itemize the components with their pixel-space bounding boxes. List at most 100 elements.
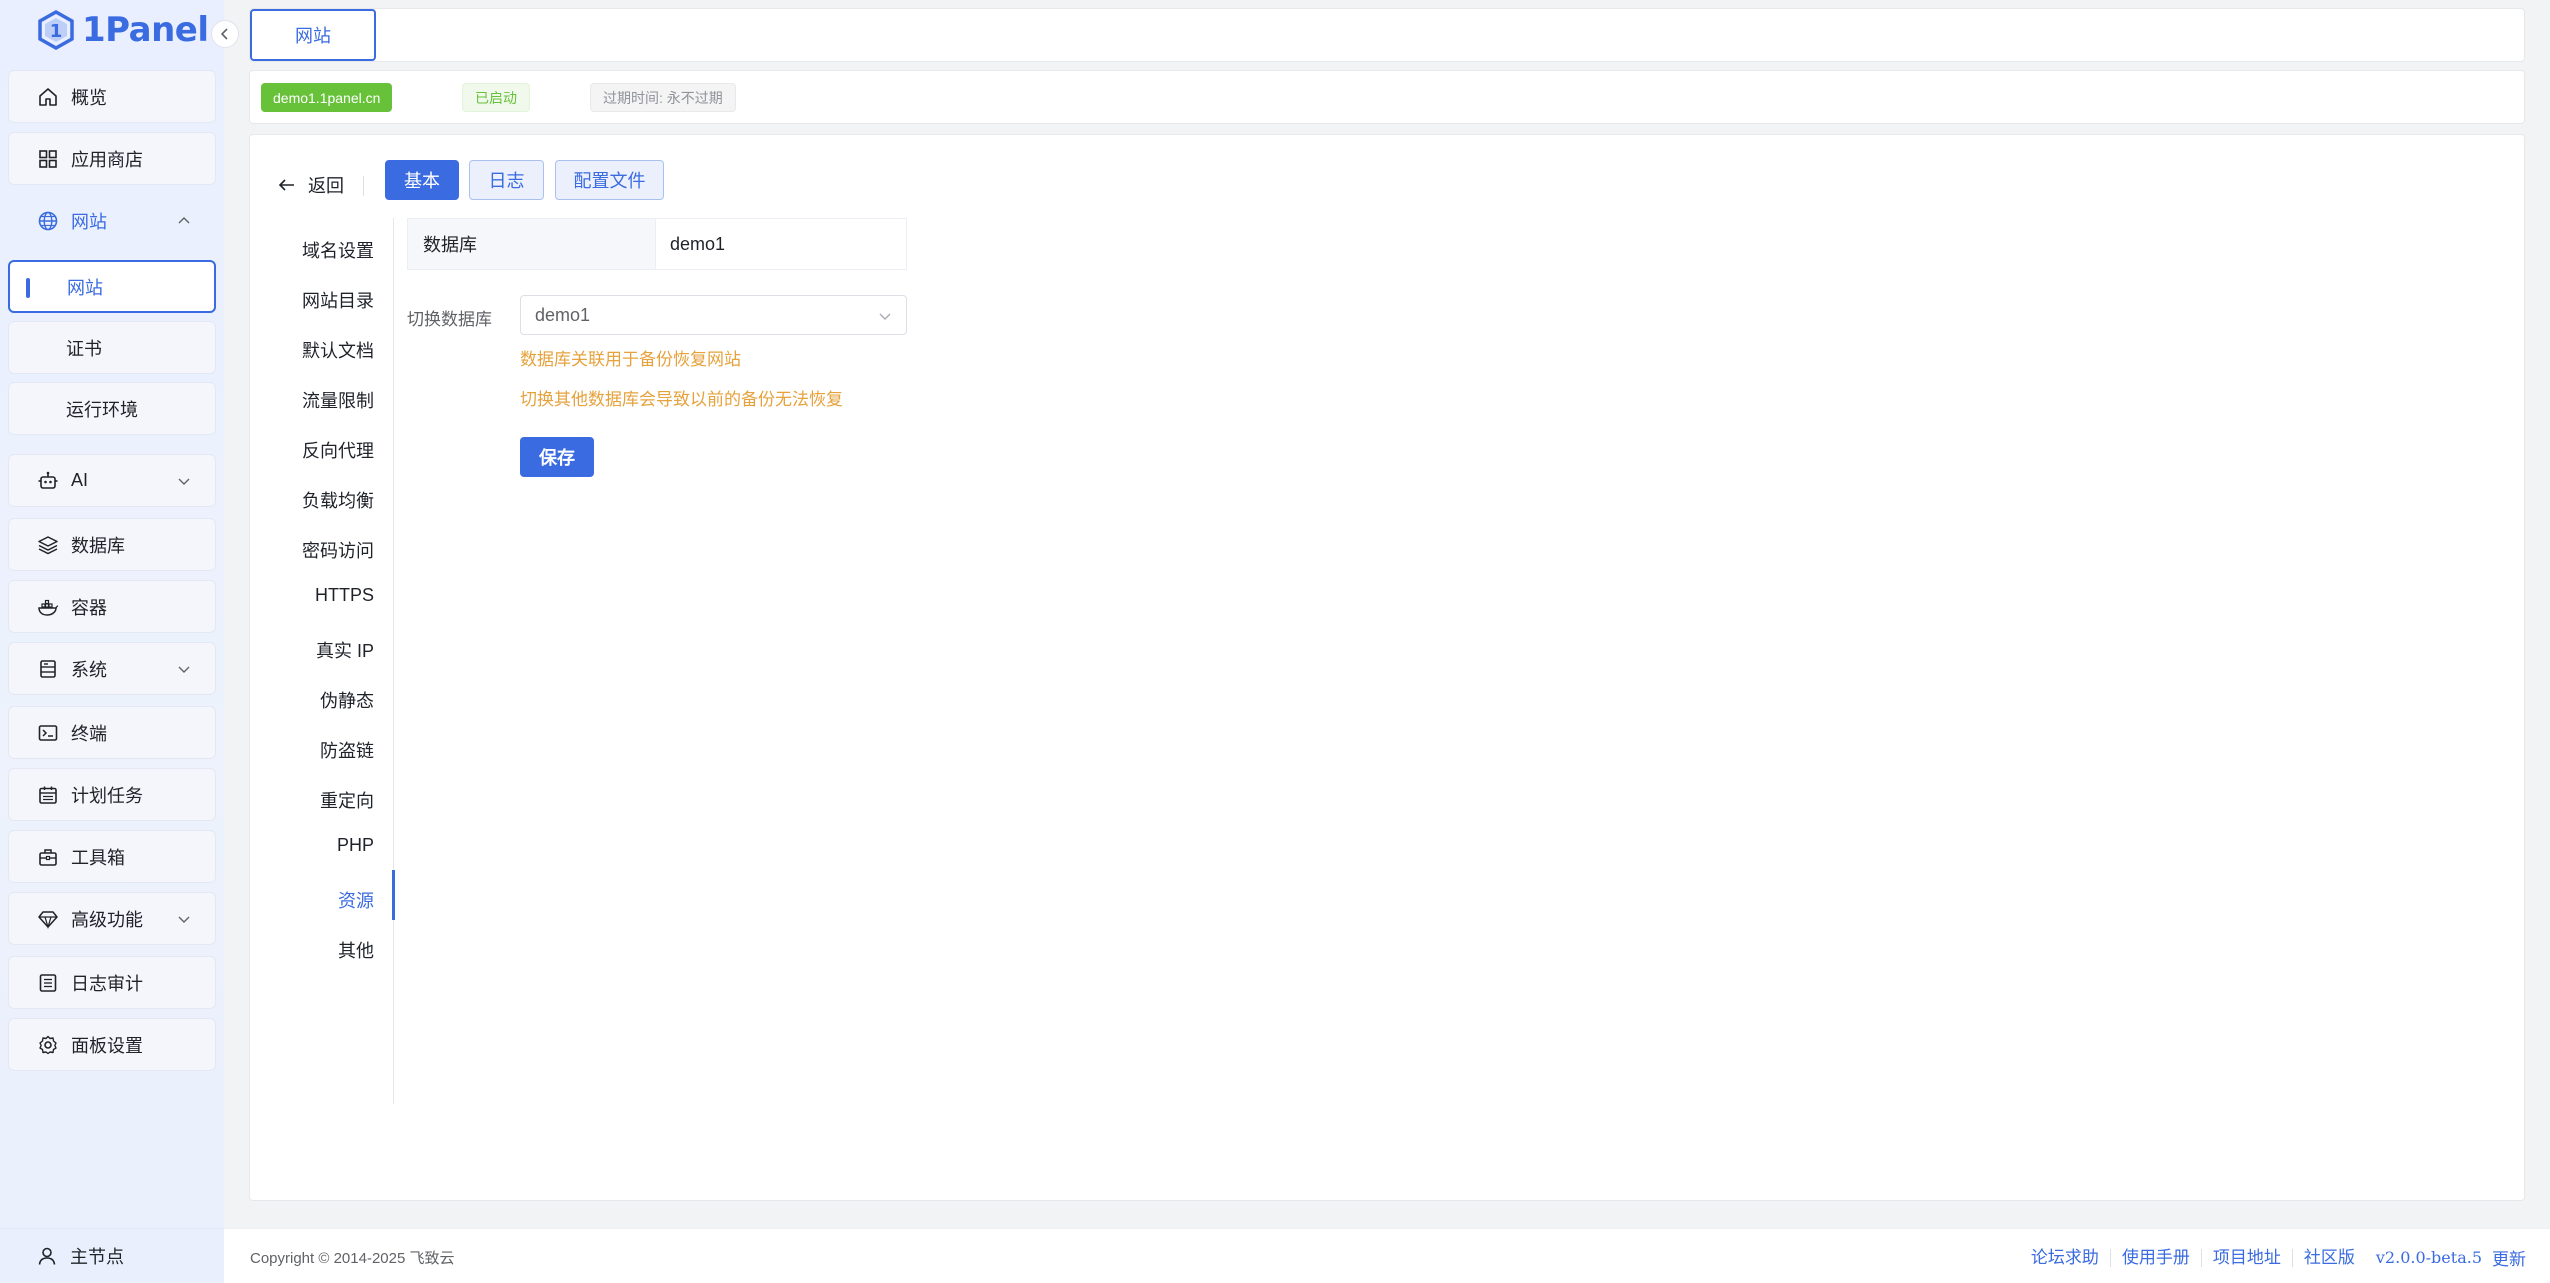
log-icon: [37, 972, 59, 994]
status-badge: 已启动: [462, 83, 530, 112]
switch-database-label: 切换数据库: [407, 310, 492, 329]
toolbox-icon: [37, 846, 59, 868]
sidebar: 1 1Panel 概览 应用商店 网站 网站 证书 运行环境 AI 数据库 容器: [0, 0, 239, 1283]
sidebar-item-toolbox[interactable]: 工具箱: [8, 830, 216, 883]
sidebar-item-label: 网站: [67, 277, 103, 298]
back-button[interactable]: 返回: [278, 169, 344, 201]
menu-item-load-balance[interactable]: 负载均衡: [302, 487, 374, 513]
gear-icon: [37, 1034, 59, 1056]
expire-badge: 过期时间: 永不过期: [590, 83, 736, 112]
robot-icon: [37, 470, 59, 492]
sidebar-item-label: 数据库: [71, 535, 125, 556]
sidebar-subitem-runtime[interactable]: 运行环境: [8, 382, 216, 435]
docker-icon: [37, 596, 59, 618]
config-file-button[interactable]: 配置文件: [555, 160, 664, 200]
divider: [363, 176, 364, 196]
tab-website[interactable]: 网站: [250, 9, 376, 61]
warning-text: 数据库关联用于备份恢复网站: [520, 350, 741, 369]
menu-item-site-dir[interactable]: 网站目录: [302, 287, 374, 313]
server-icon: [37, 658, 59, 680]
sidebar-item-app-store[interactable]: 应用商店: [8, 132, 216, 185]
sidebar-item-database[interactable]: 数据库: [8, 518, 216, 571]
sidebar-item-label: 日志审计: [71, 973, 143, 994]
save-button[interactable]: 保存: [520, 437, 594, 477]
menu-divider: [393, 218, 394, 1104]
menu-item-password-access[interactable]: 密码访问: [302, 537, 374, 563]
menu-item-https[interactable]: HTTPS: [315, 585, 374, 606]
chevron-down-icon: [879, 313, 891, 320]
sidebar-item-log-audit[interactable]: 日志审计: [8, 956, 216, 1009]
collapse-sidebar-button[interactable]: [211, 20, 239, 48]
sidebar-item-label: 计划任务: [71, 785, 143, 806]
website-info-bar: demo1.1panel.cn 已启动 过期时间: 永不过期: [249, 70, 2525, 124]
sidebar-item-label: AI: [71, 470, 89, 490]
sidebar-item-advanced[interactable]: 高级功能: [8, 892, 216, 945]
basic-button[interactable]: 基本: [385, 160, 459, 200]
grid-icon: [37, 148, 59, 170]
sidebar-item-website[interactable]: 网站: [8, 194, 216, 247]
globe-icon: [37, 210, 59, 232]
manual-link[interactable]: 使用手册: [2111, 1248, 2202, 1267]
svg-text:1: 1: [50, 21, 63, 42]
home-icon: [37, 86, 59, 108]
terminal-icon: [37, 722, 59, 744]
sidebar-item-label: 应用商店: [71, 149, 143, 170]
menu-item-resource[interactable]: 资源: [338, 887, 374, 913]
menu-item-anti-leech[interactable]: 防盗链: [320, 737, 374, 763]
project-link[interactable]: 项目地址: [2202, 1248, 2293, 1267]
footer: Copyright © 2014-2025 飞致云 论坛求助 使用手册 项目地址…: [224, 1228, 2550, 1283]
diamond-icon: [37, 908, 59, 930]
menu-item-reverse-proxy[interactable]: 反向代理: [302, 437, 374, 463]
chevron-down-icon: [178, 916, 190, 923]
sidebar-item-label: 高级功能: [71, 909, 143, 930]
menu-item-rewrite[interactable]: 伪静态: [320, 687, 374, 713]
menu-item-php[interactable]: PHP: [337, 835, 374, 856]
domain-tag: demo1.1panel.cn: [261, 83, 393, 112]
sidebar-item-ai[interactable]: AI: [8, 454, 216, 507]
chevron-left-icon: [220, 28, 228, 40]
forum-link[interactable]: 论坛求助: [2020, 1248, 2111, 1267]
database-description: 数据库 demo1: [407, 218, 907, 270]
active-indicator: [26, 278, 30, 298]
sidebar-item-label: 系统: [71, 659, 107, 680]
sidebar-item-panel-settings[interactable]: 面板设置: [8, 1018, 216, 1071]
sidebar-item-label: 运行环境: [66, 399, 138, 420]
sidebar-item-overview[interactable]: 概览: [8, 70, 216, 123]
logo[interactable]: 1 1Panel: [36, 8, 209, 52]
sidebar-item-label: 容器: [71, 597, 107, 618]
sidebar-item-label: 概览: [71, 87, 107, 108]
sidebar-item-label: 终端: [71, 723, 107, 744]
footer-links: 论坛求助 使用手册 项目地址 社区版 v2.0.0-beta.5 更新: [2020, 1245, 2526, 1270]
logo-text: 1Panel: [82, 10, 209, 50]
menu-item-real-ip[interactable]: 真实 IP: [316, 637, 374, 663]
chevron-down-icon: [178, 478, 190, 485]
log-button[interactable]: 日志: [469, 160, 544, 200]
edition-link[interactable]: 社区版: [2293, 1248, 2366, 1267]
menu-active-indicator: [392, 870, 395, 920]
chevron-down-icon: [178, 666, 190, 673]
warning-text: 切换其他数据库会导致以前的备份无法恢复: [520, 390, 843, 409]
menu-item-rate-limit[interactable]: 流量限制: [302, 387, 374, 413]
logo-icon: 1: [38, 10, 74, 50]
arrow-left-icon: [278, 179, 294, 191]
node-selector[interactable]: 主节点: [0, 1228, 224, 1283]
menu-item-other[interactable]: 其他: [338, 937, 374, 963]
main-panel: 返回 基本 日志 配置文件 域名设置 网站目录 默认文档 流量限制 反向代理 负…: [249, 134, 2525, 1201]
chevron-up-icon: [178, 216, 190, 223]
tab-bar: 网站: [249, 8, 2525, 62]
database-select[interactable]: demo1: [520, 295, 907, 335]
menu-item-domain[interactable]: 域名设置: [302, 237, 374, 263]
sidebar-subitem-certificate[interactable]: 证书: [8, 321, 216, 374]
sidebar-item-terminal[interactable]: 终端: [8, 706, 216, 759]
back-label: 返回: [308, 176, 344, 196]
copyright: Copyright © 2014-2025 飞致云: [250, 1250, 455, 1267]
menu-item-default-doc[interactable]: 默认文档: [302, 337, 374, 363]
sidebar-subitem-website[interactable]: 网站: [8, 260, 216, 313]
user-icon: [38, 1247, 56, 1265]
update-link[interactable]: 更新: [2492, 1245, 2526, 1270]
sidebar-item-system[interactable]: 系统: [8, 642, 216, 695]
menu-item-redirect[interactable]: 重定向: [320, 787, 374, 813]
sidebar-item-cron[interactable]: 计划任务: [8, 768, 216, 821]
layers-icon: [37, 534, 59, 556]
sidebar-item-container[interactable]: 容器: [8, 580, 216, 633]
